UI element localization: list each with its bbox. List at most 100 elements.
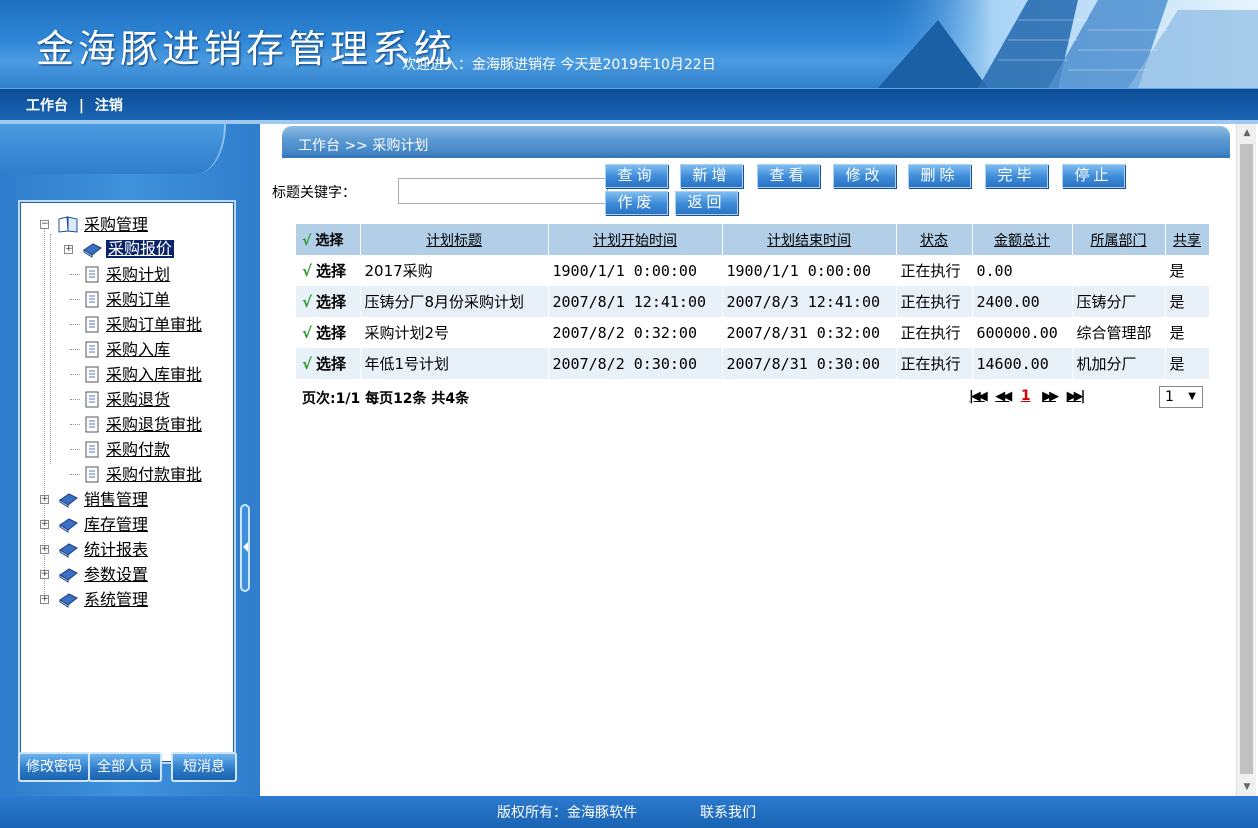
- column-header-end-time[interactable]: 计划结束时间: [722, 224, 897, 255]
- expand-icon[interactable]: +: [64, 245, 73, 254]
- select-link[interactable]: √ 选择: [296, 286, 361, 317]
- tree-label-purchase-payment[interactable]: 采购付款: [106, 437, 170, 462]
- tree-node-inventory[interactable]: + 库存管理: [20, 512, 234, 537]
- tree-node-purchase-quote[interactable]: + 采购报价: [20, 237, 234, 262]
- tree-node-system[interactable]: + 系统管理: [20, 587, 234, 612]
- tree-label-payment-approval[interactable]: 采购付款审批: [106, 462, 202, 487]
- tree-label-sales[interactable]: 销售管理: [84, 487, 148, 512]
- query-button[interactable]: 查询: [605, 164, 668, 188]
- tree-node-inbound-approval[interactable]: 采购入库审批: [20, 362, 234, 387]
- open-book-icon: [58, 216, 78, 233]
- view-button[interactable]: 查看: [757, 164, 820, 188]
- tree-label-purchase-return[interactable]: 采购退货: [106, 387, 170, 412]
- cell-amount: 0.00: [972, 255, 1073, 286]
- expand-icon[interactable]: +: [40, 520, 49, 529]
- tree-label-inventory[interactable]: 库存管理: [84, 512, 148, 537]
- tree-node-return-approval[interactable]: 采购退货审批: [20, 412, 234, 437]
- tree-label-purchase[interactable]: 采购管理: [84, 212, 148, 237]
- expand-icon[interactable]: +: [40, 545, 49, 554]
- scroll-up-icon[interactable]: ▲: [1237, 124, 1257, 142]
- stop-button[interactable]: 停止: [1062, 164, 1125, 188]
- column-header-department[interactable]: 所属部门: [1072, 224, 1166, 255]
- logout-link[interactable]: 注销: [95, 98, 123, 114]
- copyright-text: 版权所有：金海豚软件: [497, 805, 637, 821]
- tree-label-purchase-order[interactable]: 采购订单: [106, 287, 170, 312]
- finish-button[interactable]: 完毕: [985, 164, 1048, 188]
- book-icon: [83, 243, 102, 258]
- expand-icon[interactable]: +: [40, 570, 49, 579]
- column-header-status[interactable]: 状态: [896, 224, 973, 255]
- vertical-scrollbar[interactable]: ▲ ▼: [1236, 124, 1256, 796]
- tree-label-return-approval[interactable]: 采购退货审批: [106, 412, 202, 437]
- book-icon: [59, 543, 78, 558]
- prev-page-icon[interactable]: ◀◀: [995, 389, 1012, 404]
- document-icon: [85, 366, 99, 383]
- select-link[interactable]: √ 选择: [296, 255, 361, 286]
- next-page-icon[interactable]: ▶▶: [1042, 389, 1059, 404]
- last-page-icon[interactable]: ▶▶|: [1067, 389, 1086, 404]
- dropdown-arrow-icon: ▼: [1188, 391, 1196, 402]
- back-button[interactable]: 返回: [675, 191, 738, 215]
- tree-label-system[interactable]: 系统管理: [84, 587, 148, 612]
- delete-button[interactable]: 删除: [908, 164, 971, 188]
- scroll-down-icon[interactable]: ▼: [1237, 778, 1257, 796]
- tree-node-purchase-inbound[interactable]: 采购入库: [20, 337, 234, 362]
- cell-status: 正在执行: [896, 255, 973, 286]
- tree-node-purchase[interactable]: − 采购管理: [20, 212, 234, 237]
- column-header-start-time[interactable]: 计划开始时间: [548, 224, 723, 255]
- tree-label-inbound-approval[interactable]: 采购入库审批: [106, 362, 202, 387]
- tree-label-purchase-quote[interactable]: 采购报价: [106, 240, 175, 258]
- column-header-amount[interactable]: 金额总计: [972, 224, 1073, 255]
- scroll-thumb[interactable]: [1240, 144, 1253, 774]
- page-select[interactable]: 1 ▼: [1159, 386, 1203, 408]
- change-password-button[interactable]: 修改密码: [18, 752, 90, 782]
- buildings-banner-image: [878, 0, 1258, 88]
- tree-label-purchase-inbound[interactable]: 采购入库: [106, 337, 170, 362]
- book-icon: [59, 593, 78, 608]
- tree-label-settings[interactable]: 参数设置: [84, 562, 148, 587]
- current-page-link[interactable]: 1: [1021, 388, 1031, 404]
- column-header-shared[interactable]: 共享: [1165, 224, 1210, 255]
- tree-node-order-approval[interactable]: 采购订单审批: [20, 312, 234, 337]
- add-button[interactable]: 新增: [680, 164, 743, 188]
- tree-node-purchase-payment[interactable]: 采购付款: [20, 437, 234, 462]
- first-page-icon[interactable]: |◀◀: [969, 389, 988, 404]
- all-staff-button[interactable]: 全部人员: [88, 752, 162, 782]
- tree-node-purchase-order[interactable]: 采购订单: [20, 287, 234, 312]
- expand-icon[interactable]: +: [40, 595, 49, 604]
- column-header-title[interactable]: 计划标题: [360, 224, 549, 255]
- tree-label-purchase-plan[interactable]: 采购计划: [106, 262, 170, 287]
- tree-node-reports[interactable]: + 统计报表: [20, 537, 234, 562]
- document-icon: [85, 316, 99, 333]
- tree-label-order-approval[interactable]: 采购订单审批: [106, 312, 202, 337]
- cell-title: 2017采购: [360, 255, 549, 286]
- collapse-icon[interactable]: −: [40, 220, 49, 229]
- document-icon: [85, 291, 99, 308]
- table-header-row: √ 选择 计划标题 计划开始时间 计划结束时间 状态 金额总计 所属部门 共享: [296, 224, 1210, 255]
- purchase-plan-table: √ 选择 计划标题 计划开始时间 计划结束时间 状态 金额总计 所属部门 共享 √…: [296, 224, 1210, 379]
- select-link[interactable]: √ 选择: [296, 317, 361, 348]
- title-keyword-input[interactable]: [398, 178, 608, 204]
- breadcrumb-bar: 工作台 >> 采购计划: [282, 126, 1230, 158]
- sidebar-header-decoration: [0, 124, 226, 174]
- tree-node-payment-approval[interactable]: 采购付款审批: [20, 462, 234, 487]
- messages-button[interactable]: 短消息: [171, 752, 237, 782]
- sidebar-collapse-handle[interactable]: [240, 504, 250, 592]
- tree-label-reports[interactable]: 统计报表: [84, 537, 148, 562]
- contact-us-link[interactable]: 联系我们: [700, 802, 756, 822]
- check-icon: √: [302, 355, 313, 373]
- edit-button[interactable]: 修改: [833, 164, 896, 188]
- cell-department: [1072, 255, 1166, 286]
- tree-node-sales[interactable]: + 销售管理: [20, 487, 234, 512]
- cell-amount: 14600.00: [972, 348, 1073, 379]
- pager-nav: |◀◀ ◀◀ 1 ▶▶ ▶▶|: [966, 388, 1085, 404]
- cell-department: 机加分厂: [1072, 348, 1166, 379]
- tree-node-purchase-return[interactable]: 采购退货: [20, 387, 234, 412]
- select-link[interactable]: √ 选择: [296, 348, 361, 379]
- void-button[interactable]: 作废: [605, 191, 668, 215]
- tree-node-purchase-plan[interactable]: 采购计划: [20, 262, 234, 287]
- nav-tree: − 采购管理 + 采购报价 采购计划 采购订单 采购订单审批 采购入库 采购入库…: [18, 200, 236, 764]
- workbench-link[interactable]: 工作台: [26, 98, 68, 114]
- expand-icon[interactable]: +: [40, 495, 49, 504]
- tree-node-settings[interactable]: + 参数设置: [20, 562, 234, 587]
